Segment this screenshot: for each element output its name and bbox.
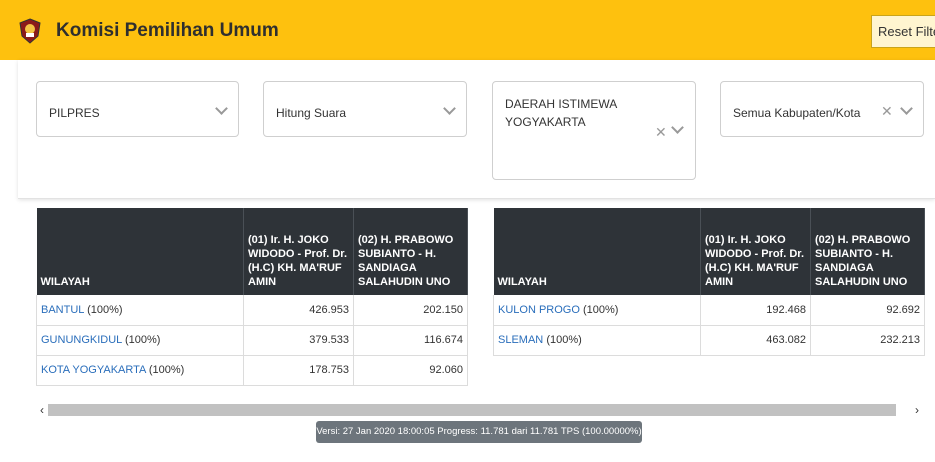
right-results-table: WILAYAH (01) Ir. H. JOKO WIDODO - Prof. … — [493, 208, 925, 356]
table-row: SLEMAN (100%) 463.082 232.213 — [493, 325, 925, 356]
chevron-down-icon[interactable] — [443, 102, 456, 115]
chevron-down-icon[interactable] — [671, 121, 684, 134]
app-title[interactable]: Komisi Pemilihan Umum — [56, 20, 279, 42]
vote-count-candidate-01: 178.753 — [243, 355, 354, 386]
column-header-candidate-01[interactable]: (01) Ir. H. JOKO WIDODO - Prof. Dr. (H.C… — [700, 208, 811, 295]
region-link[interactable]: BANTUL — [41, 304, 84, 316]
table-row: GUNUNGKIDUL (100%) 379.533 116.674 — [36, 325, 468, 356]
regency-select-value: Semua Kabupaten/Kota — [733, 106, 861, 120]
column-header-wilayah[interactable]: WILAYAH — [493, 208, 701, 295]
region-progress: (100%) — [546, 334, 582, 346]
table-row: KULON PROGO (100%) 192.468 92.692 — [493, 295, 925, 326]
column-header-candidate-02[interactable]: (02) H. PRABOWO SUBIANTO - H. SANDIAGA S… — [810, 208, 925, 295]
table-row: BANTUL (100%) 426.953 202.150 — [36, 295, 468, 326]
scroll-right-arrow-icon[interactable]: › — [911, 403, 923, 417]
vote-count-candidate-02: 232.213 — [810, 325, 925, 356]
top-bar: Komisi Pemilihan Umum Reset Filter — [0, 0, 935, 60]
version-progress-badge: Versi: 27 Jan 2020 18:00:05 Progress: 11… — [316, 421, 642, 443]
table-row: KOTA YOGYAKARTA (100%) 178.753 92.060 — [36, 355, 468, 386]
region-progress: (100%) — [582, 303, 619, 316]
type-select-value: Hitung Suara — [276, 106, 347, 120]
region-link[interactable]: KOTA YOGYAKARTA — [41, 364, 146, 376]
region-progress: (100%) — [124, 334, 161, 346]
vote-count-candidate-01: 379.533 — [243, 325, 354, 356]
scrollbar-thumb[interactable] — [48, 404, 896, 416]
horizontal-scrollbar[interactable]: ‹ › — [36, 403, 923, 417]
vote-count-candidate-01: 192.468 — [700, 295, 811, 326]
column-header-candidate-01[interactable]: (01) Ir. H. JOKO WIDODO - Prof. Dr. (H.C… — [243, 208, 354, 295]
type-select[interactable]: Hitung Suara — [263, 81, 467, 137]
chevron-down-icon[interactable] — [215, 102, 228, 115]
vote-count-candidate-01: 463.082 — [700, 325, 811, 356]
vote-count-candidate-01: 426.953 — [243, 295, 354, 326]
regency-select[interactable]: Semua Kabupaten/Kota ✕ — [720, 81, 924, 137]
region-link[interactable]: SLEMAN — [498, 334, 543, 346]
region-link[interactable]: GUNUNGKIDUL — [41, 334, 122, 346]
reset-filter-button[interactable]: Reset Filter — [871, 15, 935, 48]
clear-icon[interactable]: ✕ — [655, 124, 667, 141]
election-select-value: PILPRES — [49, 106, 100, 120]
province-select[interactable]: DAERAH ISTIMEWA YOGYAKARTA ✕ — [492, 81, 696, 180]
province-select-value: DAERAH ISTIMEWA YOGYAKARTA — [505, 97, 617, 129]
region-progress: (100%) — [148, 364, 185, 376]
left-results-table: WILAYAH (01) Ir. H. JOKO WIDODO - Prof. … — [36, 208, 468, 386]
scroll-left-arrow-icon[interactable]: ‹ — [36, 403, 48, 417]
vote-count-candidate-02: 202.150 — [353, 295, 468, 326]
election-select[interactable]: PILPRES — [36, 81, 239, 137]
region-link[interactable]: KULON PROGO — [498, 304, 580, 316]
vote-count-candidate-02: 92.060 — [353, 355, 468, 386]
column-header-wilayah[interactable]: WILAYAH — [36, 208, 244, 295]
kpu-logo-icon — [19, 18, 41, 44]
vote-count-candidate-02: 92.692 — [810, 295, 925, 326]
chevron-down-icon[interactable] — [900, 102, 913, 115]
column-header-candidate-02[interactable]: (02) H. PRABOWO SUBIANTO - H. SANDIAGA S… — [353, 208, 468, 295]
vote-count-candidate-02: 116.674 — [353, 325, 468, 356]
region-progress: (100%) — [87, 303, 123, 316]
clear-icon[interactable]: ✕ — [881, 103, 893, 120]
